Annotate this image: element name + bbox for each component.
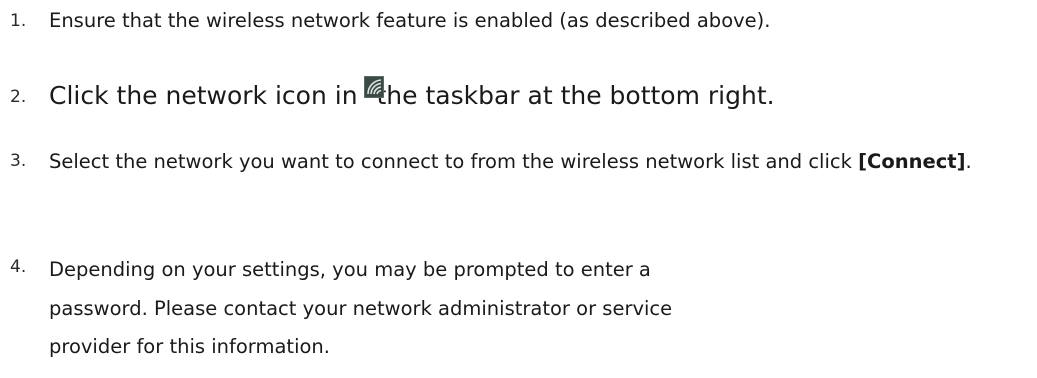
step-number: 4.: [10, 257, 27, 277]
connect-label: [Connect]: [858, 150, 966, 173]
step-text: Depending on your settings, you may be p…: [49, 251, 1033, 367]
step-text-line: Depending on your settings, you may be p…: [49, 258, 651, 281]
step-text-line: provider for this information.: [49, 335, 330, 358]
step-text: Ensure that the wireless network feature…: [49, 9, 771, 32]
wireless-network-icon: [364, 76, 385, 98]
step-text: Click the network icon in the taskbar at…: [49, 76, 1033, 114]
step-text-before-icon: Click the network icon in: [49, 81, 366, 110]
step-text: Select the network you want to connect t…: [49, 145, 1033, 178]
step-number: 2.: [10, 87, 27, 107]
step-number: 1.: [10, 11, 27, 31]
step-number: 3.: [10, 151, 27, 171]
step-text-end: .: [965, 150, 972, 173]
step-text-line: password. Please contact your network ad…: [49, 296, 673, 320]
step-text-after-icon: the taskbar at the bottom right.: [376, 81, 775, 110]
instruction-list: 1. Ensure that the wireless network feat…: [0, 0, 1037, 378]
step-text-main: Select the network you want to connect t…: [49, 150, 859, 173]
